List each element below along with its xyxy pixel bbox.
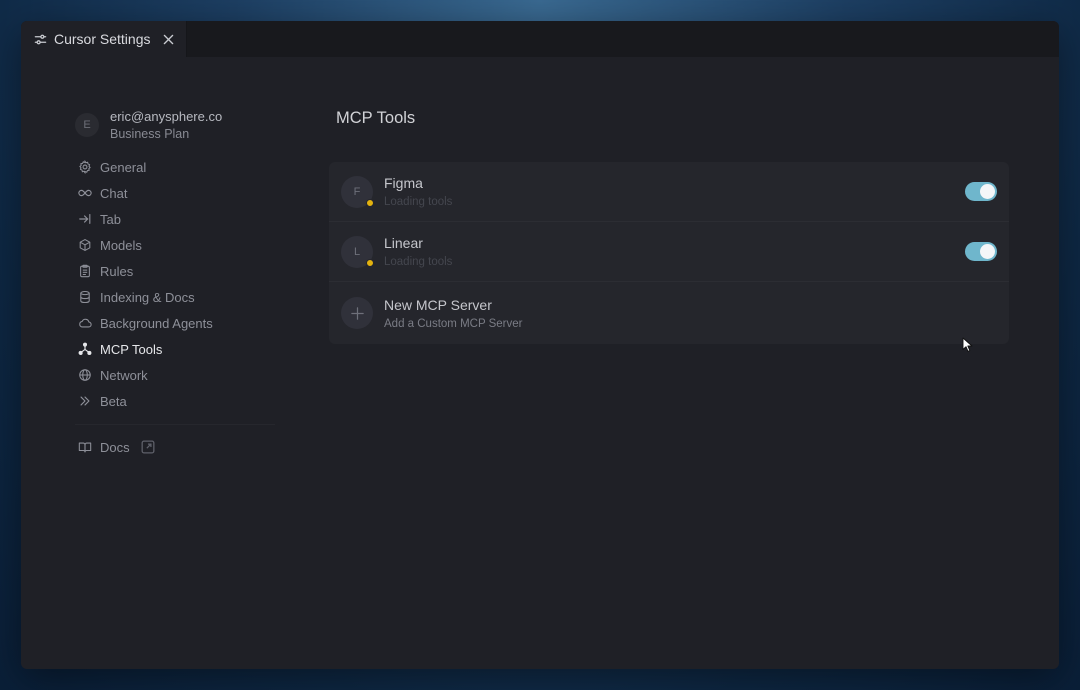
- sidebar-item-label: MCP Tools: [100, 341, 163, 357]
- settings-nav: General Chat Tab Models Rules Indexing &…: [75, 154, 285, 460]
- globe-icon: [79, 369, 91, 381]
- sidebar-item-background-agents[interactable]: Background Agents: [75, 310, 285, 336]
- database-icon: [80, 290, 90, 304]
- new-server-title: New MCP Server: [384, 296, 492, 313]
- sidebar-item-beta[interactable]: Beta: [75, 388, 285, 414]
- settings-window: Cursor Settings E eric@anysphere.co Busi…: [21, 21, 1059, 669]
- mouse-pointer-icon: [962, 337, 973, 352]
- sidebar-item-chat[interactable]: Chat: [75, 180, 285, 206]
- status-loading-icon: [366, 258, 374, 267]
- server-avatar: F: [341, 175, 374, 208]
- account-info: E eric@anysphere.co Business Plan: [75, 103, 285, 147]
- sidebar-item-docs[interactable]: Docs: [75, 434, 285, 460]
- sidebar-item-label: Models: [100, 237, 142, 253]
- sidebar-item-label: General: [100, 159, 147, 175]
- tab-title: Cursor Settings: [54, 31, 151, 47]
- sidebar-item-general[interactable]: General: [75, 154, 285, 180]
- server-name: Figma: [384, 175, 423, 191]
- toggle-knob: [980, 184, 995, 199]
- external-link-icon: [141, 440, 155, 454]
- list-item-figma[interactable]: F Figma Loading tools: [329, 162, 1009, 222]
- status-loading-icon: [366, 198, 374, 207]
- server-toggle-linear[interactable]: [965, 242, 997, 261]
- avatar: E: [75, 113, 99, 137]
- book-icon: [78, 442, 92, 453]
- add-mcp-server-button[interactable]: New MCP Server Add a Custom MCP Server: [329, 282, 1009, 344]
- mcp-server-list: F Figma Loading tools L Linear Loading t…: [329, 162, 1009, 344]
- double-chevron-right-icon: [80, 396, 90, 406]
- tab-bar: Cursor Settings: [21, 21, 1059, 57]
- server-status: Loading tools: [384, 256, 453, 268]
- list-item-linear[interactable]: L Linear Loading tools: [329, 222, 1009, 282]
- sidebar-divider: [75, 424, 275, 425]
- account-email: eric@anysphere.co: [110, 109, 223, 124]
- sidebar-item-indexing-docs[interactable]: Indexing & Docs: [75, 284, 285, 310]
- sidebar-item-mcp-tools[interactable]: MCP Tools: [75, 336, 285, 362]
- sidebar-item-label: Chat: [100, 185, 128, 201]
- page-title: MCP Tools: [336, 109, 416, 127]
- main-content: MCP Tools F Figma Loading tools L Linear…: [329, 103, 1016, 344]
- toggle-knob: [980, 244, 995, 259]
- sidebar-item-label: Background Agents: [100, 315, 213, 331]
- account-plan: Business Plan: [110, 127, 190, 141]
- sidebar-item-label: Rules: [100, 263, 134, 279]
- network-nodes-icon: [78, 342, 92, 355]
- cube-icon: [79, 239, 91, 251]
- infinity-icon: [78, 189, 92, 197]
- server-status: Loading tools: [384, 196, 453, 208]
- gear-icon: [79, 160, 91, 174]
- sidebar-item-network[interactable]: Network: [75, 362, 285, 388]
- sidebar-item-label: Network: [100, 367, 148, 383]
- sidebar-item-label: Beta: [100, 393, 127, 409]
- sidebar-item-label: Indexing & Docs: [100, 289, 195, 305]
- plus-icon: [341, 297, 373, 329]
- server-toggle-figma[interactable]: [965, 182, 997, 201]
- close-icon[interactable]: [160, 31, 176, 47]
- sliders-icon: [34, 33, 47, 46]
- tab-cursor-settings[interactable]: Cursor Settings: [21, 21, 188, 57]
- cloud-icon: [79, 318, 92, 328]
- sidebar-item-label: Docs: [100, 439, 130, 455]
- arrow-right-to-line-icon: [79, 214, 91, 224]
- sidebar-item-models[interactable]: Models: [75, 232, 285, 258]
- sidebar-item-tab[interactable]: Tab: [75, 206, 285, 232]
- server-name: Linear: [384, 235, 423, 251]
- server-avatar: L: [341, 235, 374, 268]
- clipboard-icon: [80, 264, 90, 278]
- sidebar-item-rules[interactable]: Rules: [75, 258, 285, 284]
- sidebar-item-label: Tab: [100, 211, 121, 227]
- new-server-subtitle: Add a Custom MCP Server: [384, 317, 523, 330]
- settings-sidebar: E eric@anysphere.co Business Plan Genera…: [75, 103, 285, 460]
